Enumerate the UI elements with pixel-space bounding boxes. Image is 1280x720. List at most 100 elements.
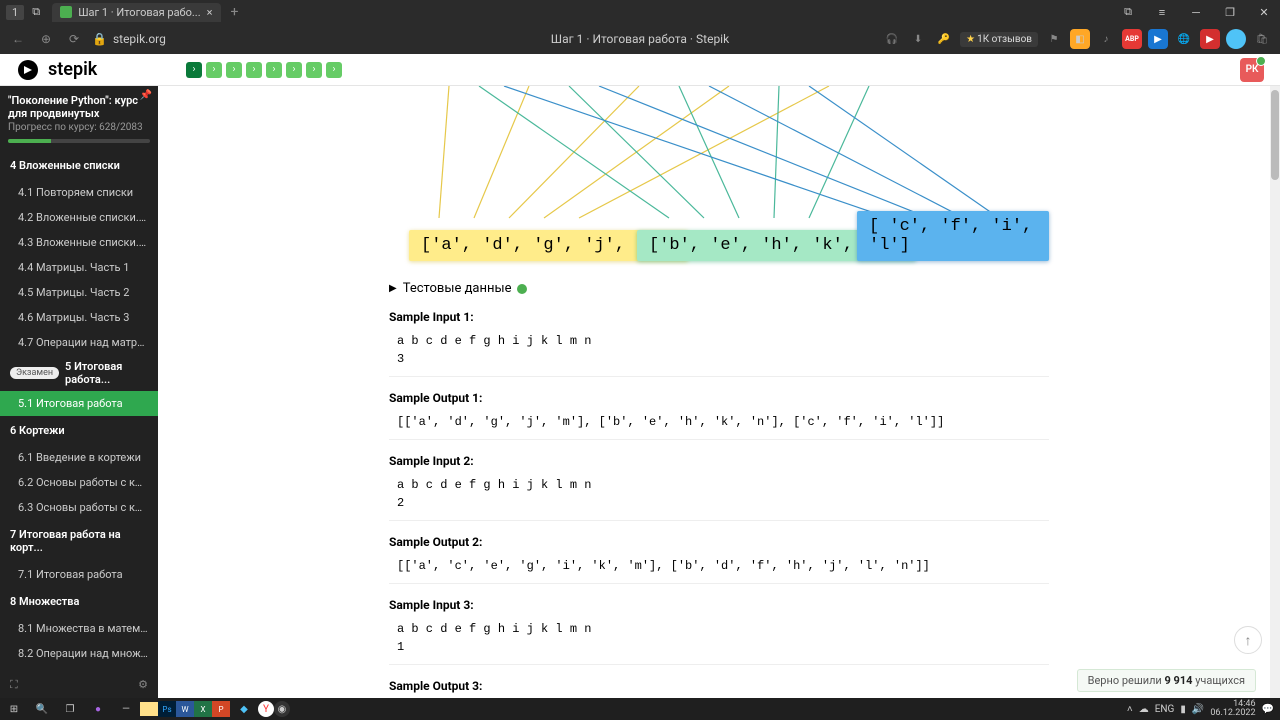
progress-bar [8, 139, 150, 143]
photoshop-icon[interactable]: Ps [158, 701, 176, 717]
expand-icon: ▶ [389, 283, 397, 294]
section-header[interactable]: 4 Вложенные списки [0, 151, 158, 180]
pip-icon[interactable]: ⧉ [1112, 0, 1144, 24]
rating-badge[interactable]: ★1К отзывов [960, 32, 1038, 47]
sidebar-item[interactable]: 6.1 Введение в кортежи [0, 445, 158, 470]
stepik-logo[interactable]: stepik [16, 58, 97, 82]
user-avatar[interactable]: РК [1240, 58, 1264, 82]
sample-code: a b c d e f g h i j k l m n 3 [389, 328, 1049, 376]
sidebar-item[interactable]: 4.1 Повторяем списки [0, 180, 158, 205]
page-title: Шаг 1 · Итоговая работа · Stepik [551, 32, 729, 46]
close-window-icon[interactable]: ✕ [1248, 0, 1280, 24]
tray-icon[interactable]: ☁ [1139, 704, 1149, 715]
sidebar-item[interactable]: 8.2 Операции над множес... [0, 641, 158, 666]
add-tab-button[interactable]: + [227, 4, 243, 20]
minimize-icon[interactable]: ─ [1180, 0, 1212, 24]
menu-icon[interactable]: ≡ [1146, 0, 1178, 24]
reload-icon[interactable]: ⟳ [64, 29, 84, 49]
sidebar-item[interactable]: 4.5 Матрицы. Часть 2 [0, 280, 158, 305]
powerpoint-icon[interactable]: P [212, 701, 230, 717]
ext-1-icon[interactable]: ◧ [1070, 29, 1090, 49]
pin-icon[interactable]: 📌 [140, 90, 152, 101]
section-header[interactable]: 8 Множества [0, 587, 158, 616]
sidebar-item[interactable]: 6.3 Основы работы с корт... [0, 495, 158, 520]
notifications-icon[interactable]: 💬 [1262, 704, 1274, 715]
obs-icon[interactable]: ◉ [274, 701, 290, 717]
sidebar-item[interactable]: 4.3 Вложенные списки. Ча... [0, 230, 158, 255]
word-icon[interactable]: W [176, 701, 194, 717]
step-pip[interactable]: › [246, 62, 262, 78]
ext-4-icon[interactable]: 🌐 [1174, 29, 1194, 49]
step-navigation: › › › › › › › › [186, 62, 342, 78]
tab-close-icon[interactable]: × [207, 6, 213, 19]
new-window-icon[interactable]: ⧉ [28, 4, 44, 20]
course-sidebar: 📌 "Поколение Python": курс для продвинут… [0, 86, 158, 698]
tab-count[interactable]: 1 [6, 5, 24, 20]
sample-block: Sample Output 2:[['a', 'c', 'e', 'g', 'i… [389, 535, 1049, 584]
sample-label: Sample Output 1: [389, 391, 1049, 405]
back-icon[interactable]: ← [8, 29, 28, 49]
shield-icon[interactable]: ⊕ [36, 29, 56, 49]
wifi-icon[interactable]: ▮ [1180, 704, 1186, 715]
exam-badge: Экзамен [10, 367, 59, 379]
sidebar-item[interactable]: 4.6 Матрицы. Часть 3 [0, 305, 158, 330]
sample-block: Sample Output 3:[['a', 'b', 'c', 'd', 'e… [389, 679, 1049, 698]
maximize-icon[interactable]: ❐ [1214, 0, 1246, 24]
sample-label: Sample Input 1: [389, 310, 1049, 324]
app-icon[interactable]: — [112, 698, 140, 720]
app-header: stepik › › › › › › › › РК [0, 54, 1280, 86]
ext-abp-icon[interactable]: ABP [1122, 29, 1142, 49]
ext-7-icon[interactable]: 🛍 [1252, 29, 1272, 49]
app-icon[interactable]: ◆ [230, 698, 258, 720]
excel-icon[interactable]: X [194, 701, 212, 717]
step-pip[interactable]: › [226, 62, 242, 78]
diagram-lines [389, 86, 1049, 226]
volume-icon[interactable]: 🔊 [1192, 704, 1204, 715]
start-icon[interactable]: ⊞ [0, 698, 28, 720]
sidebar-item[interactable]: 4.4 Матрицы. Часть 1 [0, 255, 158, 280]
sidebar-item[interactable]: 6.2 Основы работы с корт... [0, 470, 158, 495]
sample-block: Sample Input 2:a b c d e f g h i j k l m… [389, 454, 1049, 521]
ext-2-icon[interactable]: ♪ [1096, 29, 1116, 49]
step-pip[interactable]: › [326, 62, 342, 78]
sidebar-item[interactable]: 8.1 Множества в математ... [0, 616, 158, 641]
scrollbar-thumb[interactable] [1271, 90, 1279, 180]
ext-6-icon[interactable] [1226, 29, 1246, 49]
ext-5-icon[interactable]: ▶ [1200, 29, 1220, 49]
section-header[interactable]: 6 Кортежи [0, 416, 158, 445]
step-pip[interactable]: › [286, 62, 302, 78]
explorer-icon[interactable] [140, 702, 158, 716]
step-pip[interactable]: › [186, 62, 202, 78]
fullscreen-icon[interactable]: ⛶ [10, 678, 18, 692]
step-pip[interactable]: › [266, 62, 282, 78]
settings-icon[interactable]: ⚙ [138, 678, 148, 692]
headphones-icon[interactable]: 🎧 [882, 29, 902, 49]
sidebar-item[interactable]: 7.1 Итоговая работа [0, 562, 158, 587]
step-pip[interactable]: › [206, 62, 222, 78]
url-text[interactable]: stepik.org [113, 32, 166, 46]
yandex-icon[interactable]: Y [258, 701, 274, 717]
sidebar-item[interactable]: 5.1 Итоговая работа [0, 391, 158, 416]
tray-chevron-icon[interactable]: ˄ [1127, 704, 1133, 715]
diagram-box-blue: [ 'c', 'f', 'i', 'l'] [857, 211, 1049, 261]
scrollbar-track[interactable] [1270, 86, 1280, 698]
app-icon[interactable]: ● [84, 698, 112, 720]
bookmark-icon[interactable]: ⚑ [1044, 29, 1064, 49]
test-data-toggle[interactable]: ▶ Тестовые данные [389, 281, 1049, 296]
voice-icon[interactable]: ⬇ [908, 29, 928, 49]
scroll-top-button[interactable]: ↑ [1234, 626, 1262, 654]
sidebar-item[interactable]: 4.2 Вложенные списки. Ча... [0, 205, 158, 230]
taskview-icon[interactable]: ❐ [56, 698, 84, 720]
tab-title: Шаг 1 · Итоговая рабо... [78, 6, 200, 19]
sidebar-item[interactable]: 4.7 Операции над матрица... [0, 330, 158, 355]
step-pip[interactable]: › [306, 62, 322, 78]
search-icon[interactable]: 🔍 [28, 698, 56, 720]
ext-3-icon[interactable]: ▶ [1148, 29, 1168, 49]
section-header[interactable]: 7 Итоговая работа на корт... [0, 520, 158, 562]
browser-tab[interactable]: Шаг 1 · Итоговая рабо... × [52, 3, 220, 22]
language-indicator[interactable]: ENG [1155, 704, 1175, 715]
key-icon[interactable]: 🔑 [934, 29, 954, 49]
sample-block: Sample Output 1:[['a', 'd', 'g', 'j', 'm… [389, 391, 1049, 440]
clock[interactable]: 14:46 06.12.2022 [1210, 700, 1255, 718]
sample-label: Sample Output 3: [389, 679, 1049, 693]
